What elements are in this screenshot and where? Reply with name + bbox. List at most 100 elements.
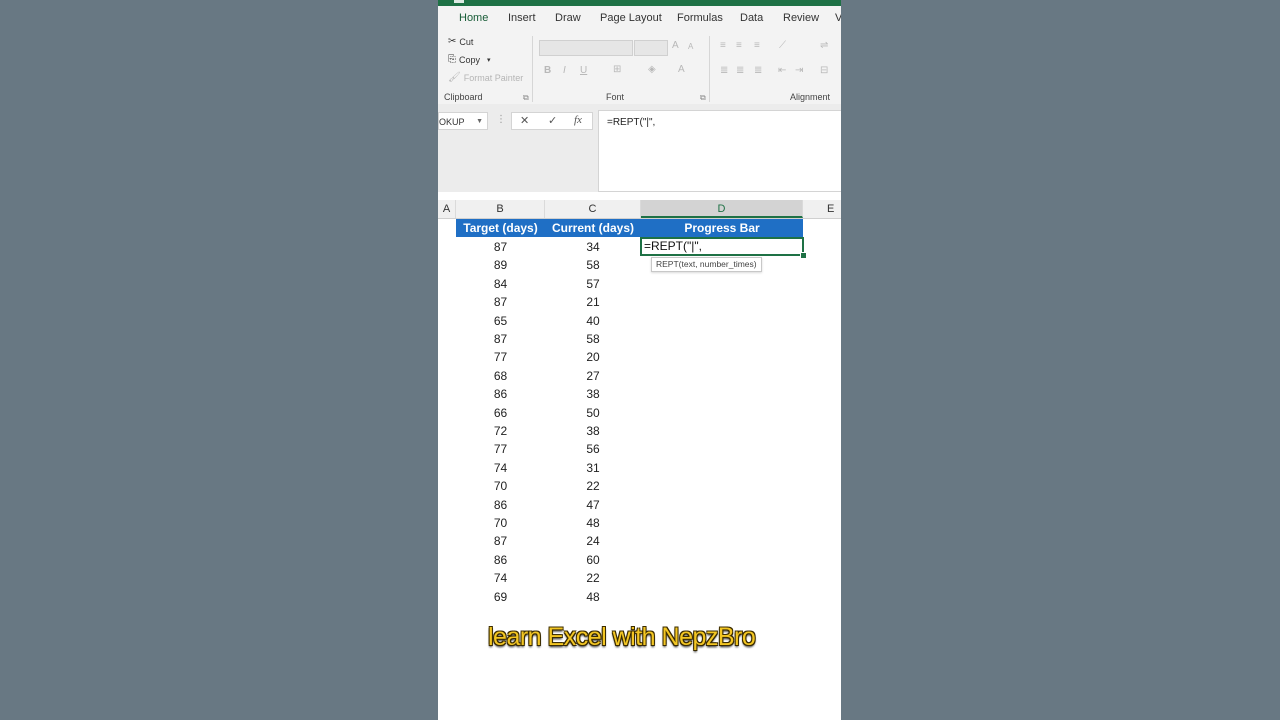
cell-current-days[interactable]: 24 bbox=[545, 532, 641, 550]
cell-target-days[interactable]: 74 bbox=[456, 569, 545, 587]
cut-button[interactable]: ✂ Cut bbox=[448, 36, 473, 47]
format-painter-button[interactable]: 🖌 Format Painter bbox=[448, 72, 523, 83]
insert-function-icon[interactable]: fx bbox=[574, 114, 582, 126]
alignment-group-label: Alignment bbox=[790, 92, 831, 102]
excel-window: Home Insert Draw Page Layout Formulas Da… bbox=[438, 0, 841, 720]
active-cell-d3[interactable]: =REPT("|", bbox=[640, 237, 804, 256]
align-bottom-icon[interactable]: ≡ bbox=[754, 40, 760, 51]
cell-target-days[interactable]: 87 bbox=[456, 238, 545, 256]
header-target-days[interactable]: Target (days) bbox=[456, 219, 545, 237]
group-divider bbox=[709, 36, 710, 102]
cell-target-days[interactable]: 70 bbox=[456, 514, 545, 532]
cell-target-days[interactable]: 66 bbox=[456, 404, 545, 422]
increase-font-icon[interactable]: A bbox=[672, 40, 679, 51]
cell-target-days[interactable]: 87 bbox=[456, 293, 545, 311]
scissors-icon: ✂ bbox=[448, 36, 457, 47]
cell-current-days[interactable]: 57 bbox=[545, 275, 641, 293]
cell-current-days[interactable]: 22 bbox=[545, 569, 641, 587]
formula-input[interactable]: =REPT("|", bbox=[598, 110, 841, 192]
cell-current-days[interactable]: 38 bbox=[545, 422, 641, 440]
cell-current-days[interactable]: 40 bbox=[545, 312, 641, 330]
enter-icon[interactable]: ✓ bbox=[548, 114, 557, 127]
chevron-down-icon: ▾ bbox=[487, 56, 491, 64]
paintbrush-icon: 🖌 bbox=[448, 72, 461, 83]
font-size-dropdown[interactable] bbox=[634, 40, 668, 56]
decrease-indent-icon[interactable]: ⇤ bbox=[778, 65, 786, 76]
cell-target-days[interactable]: 74 bbox=[456, 459, 545, 477]
cell-target-days[interactable]: 84 bbox=[456, 275, 545, 293]
cell-target-days[interactable]: 89 bbox=[456, 256, 545, 274]
increase-indent-icon[interactable]: ⇥ bbox=[795, 65, 803, 76]
align-right-icon[interactable]: ≣ bbox=[754, 65, 762, 76]
cell-target-days[interactable]: 65 bbox=[456, 312, 545, 330]
tab-home[interactable]: Home bbox=[459, 12, 488, 24]
cell-target-days[interactable]: 87 bbox=[456, 330, 545, 348]
cell-target-days[interactable]: 69 bbox=[456, 588, 545, 606]
clipboard-launcher-icon[interactable]: ⧉ bbox=[523, 93, 529, 103]
cell-target-days[interactable]: 77 bbox=[456, 440, 545, 458]
cell-target-days[interactable]: 70 bbox=[456, 477, 545, 495]
tab-view[interactable]: V bbox=[835, 12, 841, 24]
align-middle-icon[interactable]: ≡ bbox=[736, 40, 742, 51]
cancel-icon[interactable]: ✕ bbox=[520, 114, 529, 127]
cell-current-days[interactable]: 56 bbox=[545, 440, 641, 458]
cell-current-days[interactable]: 31 bbox=[545, 459, 641, 477]
tab-data[interactable]: Data bbox=[740, 12, 763, 24]
merge-center-icon[interactable]: ⊟ bbox=[820, 65, 828, 76]
column-header-a[interactable]: A bbox=[438, 200, 456, 218]
bold-button[interactable]: B bbox=[544, 65, 551, 76]
cell-current-days[interactable]: 27 bbox=[545, 367, 641, 385]
cell-current-days[interactable]: 21 bbox=[545, 293, 641, 311]
cell-target-days[interactable]: 86 bbox=[456, 496, 545, 514]
column-header-d[interactable]: D bbox=[641, 200, 803, 218]
cell-target-days[interactable]: 86 bbox=[456, 551, 545, 569]
cell-target-days[interactable]: 77 bbox=[456, 348, 545, 366]
borders-icon[interactable]: ⊞ bbox=[613, 64, 621, 75]
column-header-b[interactable]: B bbox=[456, 200, 545, 218]
align-center-icon[interactable]: ≣ bbox=[736, 65, 744, 76]
name-box[interactable]: OKUP ▼ bbox=[438, 112, 488, 130]
font-color-icon[interactable]: A bbox=[678, 64, 685, 75]
tab-draw[interactable]: Draw bbox=[555, 12, 581, 24]
clipboard-group-label: Clipboard bbox=[444, 92, 483, 102]
cell-target-days[interactable]: 68 bbox=[456, 367, 545, 385]
fill-handle[interactable] bbox=[800, 252, 807, 259]
tab-page-layout[interactable]: Page Layout bbox=[600, 12, 662, 24]
cell-current-days[interactable]: 48 bbox=[545, 588, 641, 606]
copy-button[interactable]: ⎘ Copy ▾ bbox=[448, 54, 491, 65]
wrap-text-icon[interactable]: ⇌ bbox=[820, 40, 828, 51]
header-progress-bar[interactable]: Progress Bar bbox=[641, 219, 803, 237]
tab-formulas[interactable]: Formulas bbox=[677, 12, 723, 24]
align-left-icon[interactable]: ≣ bbox=[720, 65, 728, 76]
underline-button[interactable]: U bbox=[580, 65, 587, 76]
decrease-font-icon[interactable]: A bbox=[688, 42, 693, 51]
cell-current-days[interactable]: 60 bbox=[545, 551, 641, 569]
chevron-down-icon: ▼ bbox=[476, 118, 483, 125]
cell-current-days[interactable]: 50 bbox=[545, 404, 641, 422]
cell-target-days[interactable]: 72 bbox=[456, 422, 545, 440]
cell-current-days[interactable]: 47 bbox=[545, 496, 641, 514]
cell-current-days[interactable]: 20 bbox=[545, 348, 641, 366]
function-tooltip[interactable]: REPT(text, number_times) bbox=[651, 257, 762, 272]
align-top-icon[interactable]: ≡ bbox=[720, 40, 726, 51]
cell-current-days[interactable]: 38 bbox=[545, 385, 641, 403]
cell-current-days[interactable]: 22 bbox=[545, 477, 641, 495]
header-current-days[interactable]: Current (days) bbox=[545, 219, 641, 237]
orientation-icon[interactable]: ⟋ bbox=[779, 40, 786, 51]
font-launcher-icon[interactable]: ⧉ bbox=[700, 93, 706, 103]
cell-current-days[interactable]: 58 bbox=[545, 256, 641, 274]
italic-button[interactable]: I bbox=[563, 65, 566, 76]
ribbon-tabs: Home Insert Draw Page Layout Formulas Da… bbox=[438, 6, 841, 34]
cell-current-days[interactable]: 48 bbox=[545, 514, 641, 532]
formula-bar: OKUP ▼ ⋮ ✕ ✓ fx =REPT("|", bbox=[438, 104, 841, 192]
tab-insert[interactable]: Insert bbox=[508, 12, 536, 24]
fill-color-icon[interactable]: ◈ bbox=[648, 64, 656, 75]
cell-target-days[interactable]: 87 bbox=[456, 532, 545, 550]
column-header-e[interactable]: E bbox=[803, 200, 841, 218]
tab-review[interactable]: Review bbox=[783, 12, 819, 24]
cell-current-days[interactable]: 58 bbox=[545, 330, 641, 348]
cell-current-days[interactable]: 34 bbox=[545, 238, 641, 256]
column-header-c[interactable]: C bbox=[545, 200, 641, 218]
font-name-dropdown[interactable] bbox=[539, 40, 633, 56]
cell-target-days[interactable]: 86 bbox=[456, 385, 545, 403]
